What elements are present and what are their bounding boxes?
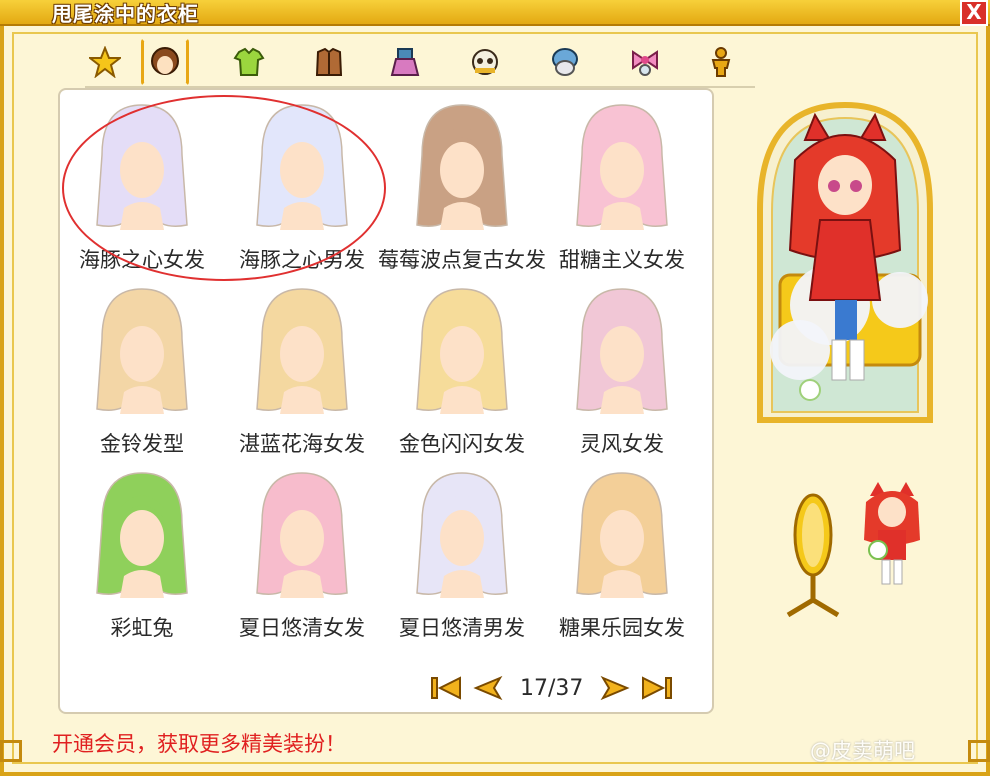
hair-preview-icon (416, 472, 508, 598)
prev-page-button[interactable] (470, 675, 504, 701)
corner-ornament (968, 740, 990, 762)
character-sprite (864, 482, 920, 585)
hair-preview-icon (576, 104, 668, 230)
item-name: 湛蓝花海女发 (239, 432, 365, 456)
hair-item[interactable]: 彩虹兔 (62, 462, 222, 642)
last-page-button[interactable] (639, 675, 673, 701)
hair-item[interactable]: 金色闪闪女发 (382, 278, 542, 458)
item-name: 灵风女发 (580, 432, 664, 456)
tab-pose[interactable] (701, 42, 741, 82)
item-name: 糖果乐园女发 (559, 616, 685, 640)
tab-hat[interactable] (545, 42, 585, 82)
hair-item[interactable]: 夏日悠清女发 (222, 462, 382, 642)
hair-icon (151, 47, 179, 75)
pagination: 17/37 (430, 672, 673, 704)
hair-preview-icon (256, 472, 348, 598)
bow-icon (632, 50, 658, 76)
item-name: 甜糖主义女发 (559, 248, 685, 272)
hair-item[interactable]: 金铃发型 (62, 278, 222, 458)
skirt-icon (390, 48, 420, 76)
pet-sprout (799, 379, 821, 401)
close-button[interactable]: X (960, 0, 988, 26)
highlight-circle (62, 95, 386, 281)
hat-icon (552, 48, 578, 76)
item-name: 金色闪闪女发 (399, 432, 525, 456)
tab-outfit[interactable] (309, 42, 349, 82)
tab-hair[interactable] (141, 38, 189, 86)
category-tabs (85, 38, 755, 88)
tab-accessory[interactable] (625, 42, 665, 82)
vip-promo-link[interactable]: 开通会员，获取更多精美装扮！ (52, 728, 346, 758)
coat-icon (315, 47, 343, 76)
hair-item[interactable]: 夏日悠清男发 (382, 462, 542, 642)
face-icon (472, 49, 498, 75)
hair-preview-icon (576, 288, 668, 414)
next-page-button[interactable] (599, 675, 633, 701)
tab-favorites[interactable] (85, 42, 125, 82)
hair-preview-icon (96, 472, 188, 598)
hair-preview-icon (416, 288, 508, 414)
hair-preview-icon (416, 104, 508, 230)
hair-item[interactable]: 甜糖主义女发 (542, 94, 702, 274)
item-name: 莓莓波点复古女发 (378, 248, 546, 272)
window-title: 甩尾涂中的衣柜 (52, 2, 199, 26)
item-name: 夏日悠清男发 (399, 616, 525, 640)
tab-bottom[interactable] (385, 42, 425, 82)
item-name: 夏日悠清女发 (239, 616, 365, 640)
character-face (818, 155, 872, 215)
page-indicator: 17/37 (520, 675, 584, 701)
hair-item[interactable]: 莓莓波点复古女发 (378, 94, 546, 274)
tab-top[interactable] (229, 42, 269, 82)
hair-preview-icon (256, 288, 348, 414)
hair-preview-icon (576, 472, 668, 598)
hair-preview-icon (96, 288, 188, 414)
character-preview-mirror (757, 101, 933, 423)
corner-ornament (0, 740, 22, 762)
title-bar: 甩尾涂中的衣柜 X (0, 0, 990, 26)
item-name: 金铃发型 (100, 432, 184, 456)
shirt-icon (233, 47, 265, 76)
watermark: @皮卖萌吧 (810, 739, 915, 763)
first-page-button[interactable] (430, 675, 464, 701)
figure-icon (711, 47, 731, 77)
star-icon (89, 46, 121, 78)
hair-item[interactable]: 灵风女发 (542, 278, 702, 458)
hair-item[interactable]: 湛蓝花海女发 (222, 278, 382, 458)
item-name: 彩虹兔 (110, 616, 174, 640)
standing-mirror-icon[interactable] (778, 490, 848, 620)
tab-face[interactable] (465, 42, 505, 82)
hair-item[interactable]: 糖果乐园女发 (542, 462, 702, 642)
